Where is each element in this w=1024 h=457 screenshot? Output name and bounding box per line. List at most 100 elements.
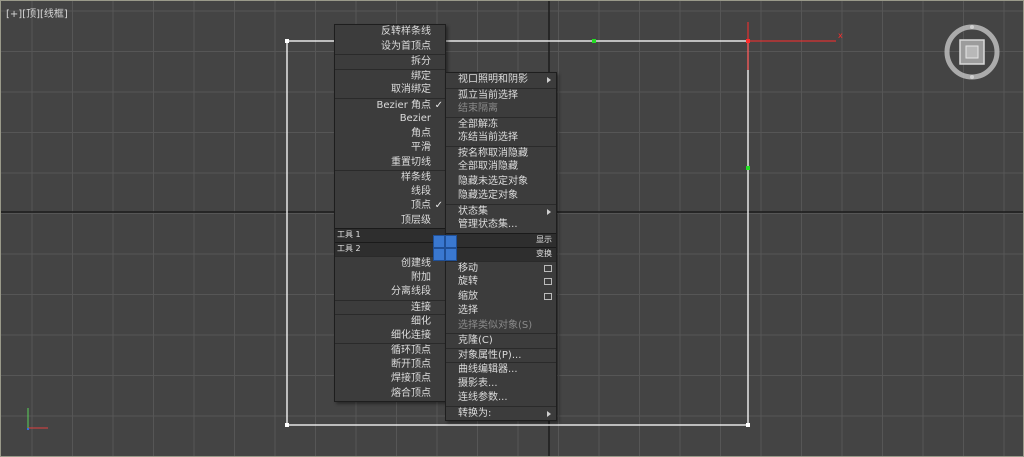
menu-item-label: 反转样条线 — [381, 26, 431, 37]
menu-item-label: 冻结当前选择 — [458, 132, 518, 143]
menu-item-label: 对象属性(P)... — [458, 349, 522, 361]
vertex-selected[interactable] — [746, 39, 750, 43]
toolbar-display: 显示 — [446, 232, 556, 247]
quad-center-tr[interactable] — [445, 235, 457, 248]
menu-item[interactable]: 取消绑定 — [335, 83, 445, 98]
menu-item[interactable]: 创建线 — [335, 256, 445, 271]
menu-item[interactable]: 断开顶点 — [335, 358, 445, 373]
quad-center-br[interactable] — [445, 248, 457, 261]
menu-item-label: 管理状态集... — [458, 219, 518, 230]
menu-item-label: 线段 — [411, 185, 431, 197]
submenu-arrow-icon — [547, 77, 551, 83]
menu-item[interactable]: 细化 — [335, 314, 445, 329]
settings-box-icon[interactable] — [544, 292, 552, 300]
menu-item-label: 曲线编辑器... — [458, 364, 518, 375]
menu-item-label: 结束隔离 — [458, 103, 498, 114]
toolbar-tool1: 工具 1 — [335, 228, 445, 242]
menu-item[interactable]: Bezier — [335, 112, 445, 127]
menu-item[interactable]: 角点 — [335, 127, 445, 142]
menu-item[interactable]: 摄影表... — [446, 377, 556, 392]
menu-item[interactable]: 熔合顶点 — [335, 387, 445, 402]
menu-item[interactable]: 连接 — [335, 299, 445, 315]
tangent-handle-top[interactable] — [592, 39, 596, 43]
menu-item[interactable]: 全部解冻 — [446, 116, 556, 132]
menu-item[interactable]: 孤立当前选择 — [446, 87, 556, 103]
menu-item[interactable]: 曲线编辑器... — [446, 362, 556, 377]
menu-item[interactable]: 线段 — [335, 185, 445, 200]
menu-item[interactable]: 反转样条线 — [335, 25, 445, 40]
vertex-bottom-right[interactable] — [746, 423, 750, 427]
quad-menu-right: 视口照明和阴影孤立当前选择 结束隔离全部解冻冻结当前选择 按名称取消隐藏 全部取消隐藏… — [445, 72, 557, 421]
settings-box-icon[interactable] — [544, 264, 552, 272]
menu-item-label: 设为首顶点 — [381, 40, 431, 52]
menu-item[interactable]: 连线参数... — [446, 391, 556, 406]
menu-item[interactable]: 管理状态集... — [446, 218, 556, 233]
menu-item[interactable]: 旋转 — [446, 275, 556, 290]
tool1-label: 工具 1 — [337, 230, 361, 239]
viewport-view-label[interactable]: [顶] — [22, 9, 40, 20]
menu-item[interactable]: 附加 — [335, 271, 445, 286]
menu-item[interactable]: 设为首顶点 — [335, 40, 445, 55]
menu-item-label: 隐藏选定对象 — [458, 190, 518, 201]
menu-item-label: 平滑 — [411, 142, 431, 153]
menu-item[interactable]: 克隆(C) — [446, 333, 556, 348]
menu-item[interactable]: 隐藏未选定对象 — [446, 175, 556, 190]
menu-item[interactable]: 样条线 — [335, 170, 445, 185]
menu-item[interactable]: 焊接顶点 — [335, 372, 445, 387]
menu-item[interactable]: 平滑 — [335, 141, 445, 156]
settings-box-icon[interactable] — [544, 278, 552, 285]
viewport-menu-plus[interactable]: [+] — [6, 9, 22, 20]
menu-item[interactable]: 对象属性(P)... — [446, 347, 556, 363]
menu-item[interactable]: 拆分 — [335, 54, 445, 69]
menu-item-label: 按名称取消隐藏 — [458, 147, 528, 159]
menu-item-label: 拆分 — [411, 56, 431, 67]
menu-item[interactable]: 绑定 — [335, 68, 445, 84]
menu-item[interactable]: 缩放 — [446, 290, 556, 305]
menu-item[interactable]: 冻结当前选择 — [446, 131, 556, 146]
menu-item[interactable]: 移动 — [446, 260, 556, 276]
menu-item-label: 细化 — [411, 316, 431, 327]
vertex-bottom-left[interactable] — [285, 423, 289, 427]
menu-item: 结束隔离 — [446, 102, 556, 117]
tangent-handle-right[interactable] — [746, 166, 750, 170]
menu-item-label: 视口照明和阴影 — [458, 74, 528, 85]
menu-item-label: 熔合顶点 — [391, 387, 431, 399]
menu-item[interactable]: 选择 — [446, 304, 556, 319]
menu-item: 选择类似对象(S) — [446, 319, 556, 334]
checkmark-icon: ✓ — [434, 200, 443, 211]
gizmo-x-label: x — [838, 31, 843, 40]
menu-item[interactable]: 分离线段 — [335, 285, 445, 300]
menu-item-label: 角点 — [411, 127, 431, 139]
menu-item-label: 摄影表... — [458, 377, 498, 389]
vertex-top-left[interactable] — [285, 39, 289, 43]
quad-center-bl[interactable] — [433, 248, 445, 261]
menu-item-label: 绑定 — [411, 70, 431, 82]
menu-item[interactable]: 顶点 ✓ — [335, 199, 445, 214]
menu-item[interactable]: 重置切线 — [335, 156, 445, 171]
menu-item[interactable]: 状态集 — [446, 203, 556, 219]
menu-item[interactable]: 视口照明和阴影 — [446, 73, 556, 88]
menu-item[interactable]: 顶层级 — [335, 214, 445, 229]
menu-item[interactable]: 全部取消隐藏 — [446, 160, 556, 175]
menu-item[interactable]: Bezier 角点 ✓ — [335, 97, 445, 113]
menu-item[interactable]: 隐藏选定对象 — [446, 189, 556, 204]
menu-item[interactable]: 转换为: — [446, 405, 556, 421]
submenu-arrow-icon — [547, 208, 551, 215]
menu-item-label: 顶点 — [411, 200, 431, 211]
menu-item-label: 全部解冻 — [458, 118, 498, 130]
menu-item[interactable]: 循环顶点 — [335, 343, 445, 358]
menu-item-label: Bezier — [399, 113, 431, 124]
menu-item-label: 分离线段 — [391, 286, 431, 297]
menu-item-label: 创建线 — [401, 258, 431, 269]
submenu-arrow-icon — [547, 410, 551, 417]
menu-item[interactable]: 按名称取消隐藏 — [446, 145, 556, 161]
toolbar-tool2: 工具 2 — [335, 242, 445, 256]
viewcube[interactable] — [944, 24, 1000, 80]
quad-center-tl[interactable] — [433, 235, 445, 248]
menu-item[interactable]: 细化连接 — [335, 329, 445, 344]
menu-item-label: Bezier 角点 — [376, 99, 431, 111]
viewport-label: [+][顶][线框] — [6, 5, 68, 20]
viewport-shading-label[interactable]: [线框] — [40, 9, 68, 20]
menu-item-label: 移动 — [458, 262, 478, 274]
menu-item-label: 重置切线 — [391, 156, 431, 168]
